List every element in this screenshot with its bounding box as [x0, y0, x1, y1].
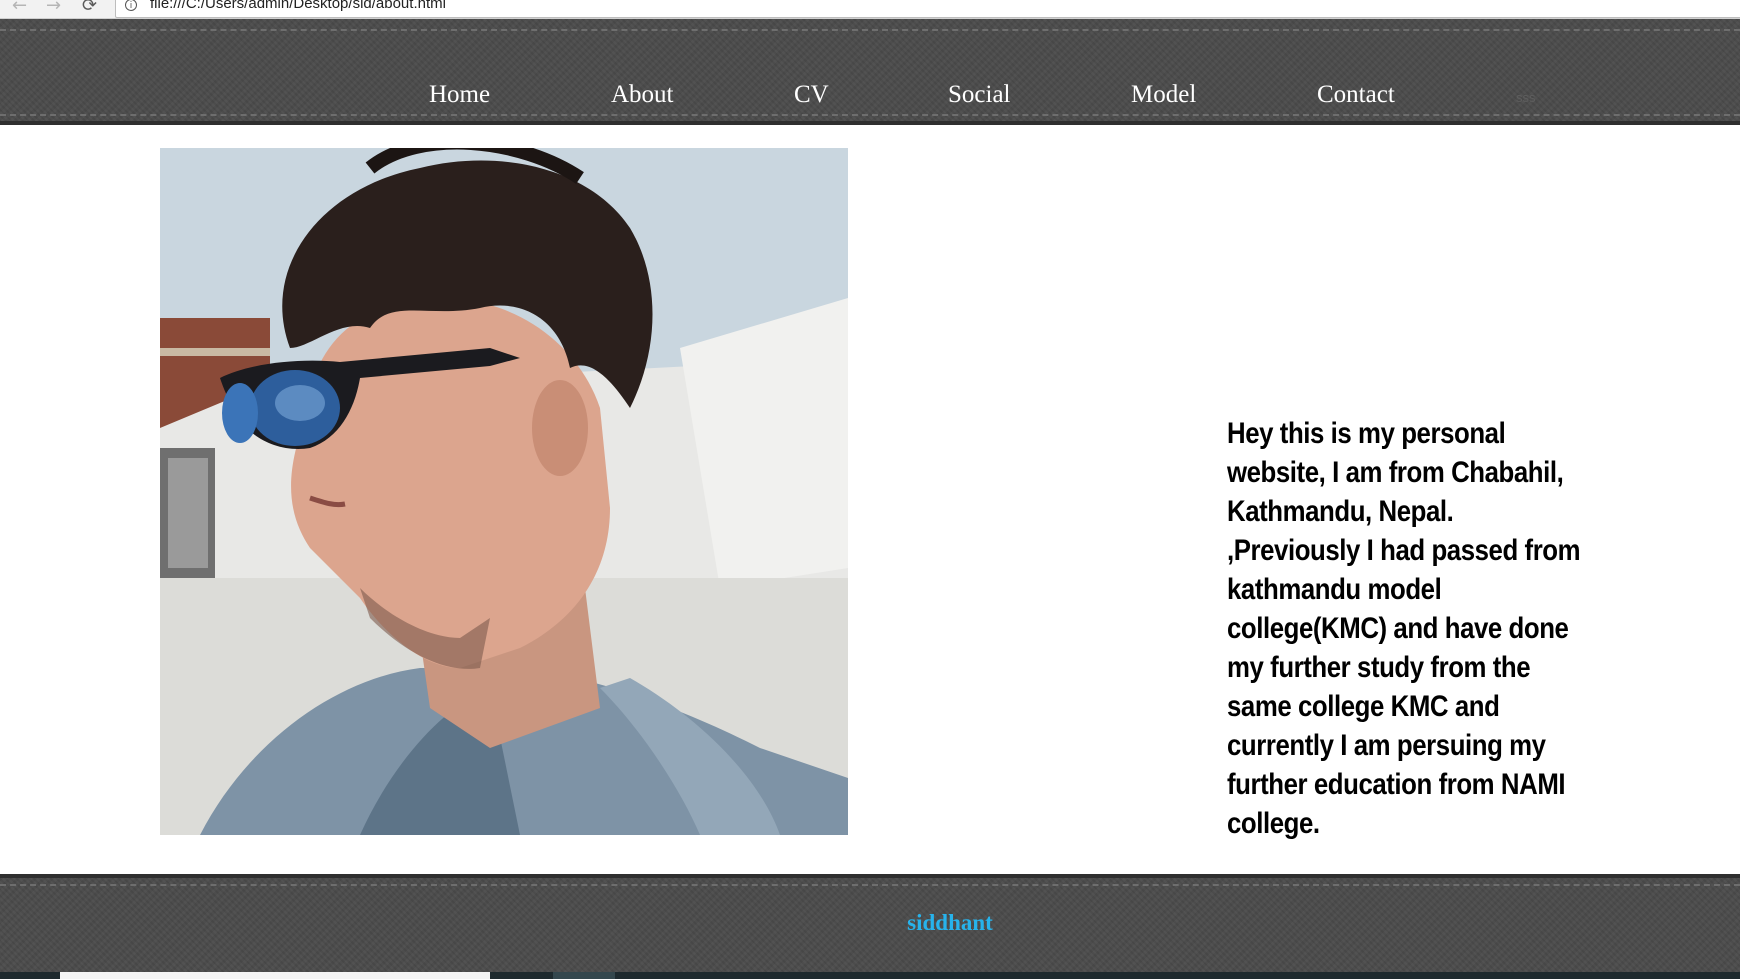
nav-model-link[interactable]: Model — [1131, 81, 1196, 109]
header-edge — [0, 121, 1740, 125]
forward-arrow-icon[interactable]: → — [46, 0, 61, 16]
url-text[interactable]: file:///C:/Users/admin/Desktop/sid/about… — [150, 0, 446, 12]
footer-stitch — [0, 884, 1740, 886]
nav-social-link[interactable]: Social — [948, 81, 1011, 109]
info-icon[interactable]: i — [125, 0, 137, 11]
site-header: Home About CV Social Model Contact sss — [0, 19, 1740, 125]
address-bar[interactable]: i file:///C:/Users/admin/Desktop/sid/abo… — [115, 0, 1740, 18]
browser-toolbar: ← → ⟳ i file:///C:/Users/admin/Desktop/s… — [0, 0, 1740, 19]
reload-icon[interactable]: ⟳ — [82, 0, 97, 16]
taskbar-window[interactable] — [60, 972, 490, 979]
profile-photo — [160, 148, 848, 835]
nav-about-link[interactable]: About — [611, 81, 674, 109]
site-footer: siddhant — [0, 874, 1740, 979]
footer-name: siddhant — [907, 910, 993, 935]
footer-edge — [0, 874, 1740, 878]
nav-contact-link[interactable]: Contact — [1317, 81, 1395, 109]
nav-home-link[interactable]: Home — [429, 81, 490, 109]
back-arrow-icon[interactable]: ← — [12, 0, 27, 16]
taskbar-button[interactable] — [553, 972, 615, 979]
nav-extra-text: sss — [1516, 90, 1536, 105]
about-bio-text: Hey this is my personal website, I am fr… — [1227, 417, 1581, 840]
header-stitch-bottom — [0, 114, 1740, 116]
header-stitch-top — [0, 29, 1740, 31]
nav-cv-link[interactable]: CV — [794, 81, 829, 109]
